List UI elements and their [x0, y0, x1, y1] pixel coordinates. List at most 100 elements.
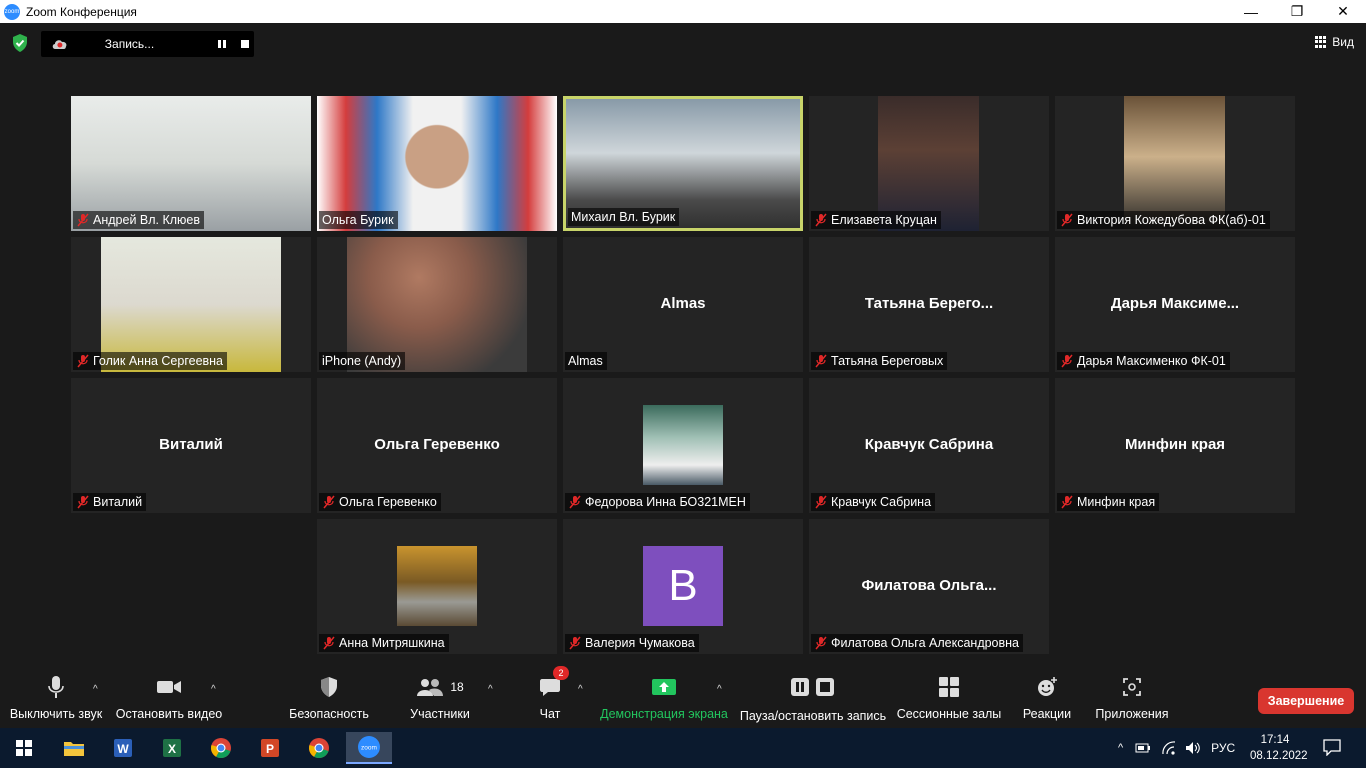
taskbar-word[interactable]: W — [103, 732, 143, 764]
participants-button[interactable]: 18 Участники — [408, 672, 472, 728]
chrome-icon — [309, 738, 329, 759]
participant-avatar — [643, 405, 723, 485]
participant-tile[interactable]: Татьяна Берего... Татьяна Береговых — [809, 237, 1049, 372]
taskbar-chrome-2[interactable] — [299, 732, 339, 764]
participant-avatar: B — [643, 546, 723, 626]
participant-tile[interactable]: iPhone (Andy) — [317, 237, 557, 372]
mute-button[interactable]: Выключить звук — [8, 672, 104, 728]
participant-name-label: Андрей Вл. Клюев — [73, 211, 205, 229]
share-screen-label: Демонстрация экрана — [600, 707, 728, 721]
end-meeting-button[interactable]: Завершение — [1258, 688, 1354, 714]
close-button[interactable]: ✕ — [1320, 0, 1366, 23]
participant-name: Дарья Максименко ФК-01 — [1077, 354, 1226, 368]
participant-tile[interactable]: Ольга Геревенко Ольга Геревенко — [317, 378, 557, 513]
stop-recording-button[interactable] — [236, 35, 254, 53]
zoom-app-icon: zoom — [4, 3, 20, 20]
security-button[interactable]: Безопасность — [288, 672, 370, 728]
breakout-rooms-button[interactable]: Сессионные залы — [896, 672, 1002, 728]
taskbar-zoom[interactable]: zoom — [346, 732, 392, 764]
system-tray: ^ РУС — [1118, 728, 1235, 768]
breakout-rooms-icon — [939, 677, 959, 697]
window-title: Zoom Конференция — [26, 4, 137, 19]
participant-name: Татьяна Береговых — [831, 354, 944, 368]
participant-tile[interactable]: Анна Митряшкина — [317, 519, 557, 654]
participant-tile[interactable]: Филатова Ольга... Филатова Ольга Александ… — [809, 519, 1049, 654]
taskbar-excel[interactable]: X — [152, 732, 192, 764]
notifications-button[interactable] — [1322, 738, 1342, 761]
volume-icon[interactable] — [1185, 741, 1201, 755]
participant-display-name: Дарья Максиме... — [1110, 295, 1240, 312]
chat-label: Чат — [539, 707, 561, 721]
apps-button[interactable]: Приложения — [1094, 672, 1170, 728]
participant-name: Андрей Вл. Клюев — [93, 213, 201, 227]
muted-mic-icon — [322, 636, 336, 650]
participant-display-name: Кравчук Сабрина — [864, 436, 994, 453]
pause-stop-record-icon — [791, 678, 834, 696]
muted-mic-icon — [1060, 213, 1074, 227]
participant-tile[interactable]: Кравчук Сабрина Кравчук Сабрина — [809, 378, 1049, 513]
security-label: Безопасность — [289, 707, 369, 721]
participant-tile[interactable]: Виталий Виталий — [71, 378, 311, 513]
chat-options-caret[interactable]: ^ — [578, 684, 583, 695]
participant-display-name: Татьяна Берего... — [864, 295, 994, 312]
taskbar-chrome[interactable] — [201, 732, 241, 764]
svg-text:zoom: zoom — [361, 745, 377, 752]
share-screen-button[interactable]: Демонстрация экрана — [600, 672, 728, 728]
meeting-topbar: Запись... Вид — [0, 23, 1366, 63]
participants-count: 18 — [450, 680, 464, 694]
excel-icon: X — [163, 739, 181, 757]
windows-start-button[interactable] — [4, 732, 44, 764]
chat-bubble-icon — [540, 679, 560, 696]
participant-name: Ольга Геревенко — [339, 495, 437, 509]
taskbar-file-explorer[interactable] — [54, 732, 94, 764]
video-options-caret[interactable]: ^ — [211, 684, 216, 695]
participant-tile[interactable]: B Валерия Чумакова — [563, 519, 803, 654]
chat-unread-badge: 2 — [553, 666, 569, 680]
participant-tile[interactable]: Федорова Инна БО321МЕН — [563, 378, 803, 513]
participant-name: Минфин края — [1077, 495, 1156, 509]
participant-display-name: Almas — [660, 295, 706, 312]
battery-icon[interactable] — [1135, 742, 1151, 754]
participant-name-label: Дарья Максименко ФК-01 — [1057, 352, 1230, 370]
participant-name-label: Валерия Чумакова — [565, 634, 699, 652]
share-options-caret[interactable]: ^ — [717, 684, 722, 695]
clock-date: 08.12.2022 — [1250, 750, 1308, 762]
muted-mic-icon — [814, 213, 828, 227]
participant-tile[interactable]: Виктория Кожедубова ФК(аб)-01 — [1055, 96, 1295, 231]
participant-name-label: Виталий — [73, 493, 147, 511]
muted-mic-icon — [1060, 354, 1074, 368]
participant-name-label: Ольга Бурик — [319, 211, 398, 229]
encryption-shield-icon[interactable] — [10, 33, 30, 53]
participant-name-label: Виктория Кожедубова ФК(аб)-01 — [1057, 211, 1270, 229]
pause-recording-button[interactable] — [213, 35, 231, 53]
participant-tile[interactable]: Андрей Вл. Клюев — [71, 96, 311, 231]
participant-name-label: Филатова Ольга Александровна — [811, 634, 1024, 652]
participant-name: Елизавета Крyцан — [831, 213, 937, 227]
breakout-rooms-label: Сессионные залы — [896, 707, 1002, 721]
pause-stop-recording-button[interactable]: Пауза/остановить запись — [740, 672, 886, 728]
minimize-button[interactable]: — — [1228, 0, 1274, 23]
participant-tile[interactable]: Дарья Максиме... Дарья Максименко ФК-01 — [1055, 237, 1295, 372]
participant-tile[interactable]: Елизавета Крyцан — [809, 96, 1049, 231]
participant-tile[interactable]: Голик Анна Сергеевна — [71, 237, 311, 372]
audio-options-caret[interactable]: ^ — [93, 684, 98, 695]
chat-button[interactable]: 2 Чат — [536, 666, 569, 728]
system-clock[interactable]: 17:14 08.12.2022 — [1250, 732, 1308, 764]
participants-options-caret[interactable]: ^ — [488, 684, 493, 695]
participant-tile[interactable]: Almas Almas — [563, 237, 803, 372]
clock-time: 17:14 — [1260, 734, 1290, 746]
reactions-button[interactable]: Реакции — [1022, 672, 1072, 728]
grid-view-icon — [1315, 36, 1327, 48]
participant-tile[interactable]: Ольга Бурик — [317, 96, 557, 231]
participant-name: Анна Митряшкина — [339, 636, 445, 650]
wifi-icon[interactable] — [1161, 741, 1177, 755]
restore-button[interactable]: ❐ — [1274, 0, 1320, 23]
taskbar-powerpoint[interactable]: P — [250, 732, 290, 764]
input-language[interactable]: РУС — [1211, 741, 1235, 755]
tray-expand-icon[interactable]: ^ — [1118, 742, 1123, 754]
participant-tile[interactable]: Михаил Вл. Бурик — [563, 96, 803, 231]
participant-tile[interactable]: Минфин края Минфин края — [1055, 378, 1295, 513]
stop-video-button[interactable]: Остановить видео — [116, 672, 222, 728]
participant-name-label: Минфин края — [1057, 493, 1160, 511]
view-button[interactable]: Вид — [1315, 35, 1354, 49]
